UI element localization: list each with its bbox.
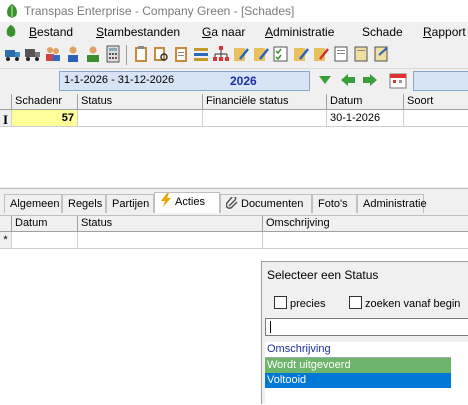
calendar-icon[interactable] [389,71,407,92]
chevron-down-icon[interactable] [318,74,332,89]
doc3-icon[interactable] [372,45,390,63]
toolbar [0,42,468,69]
arrow-right-icon[interactable] [362,73,378,90]
pencil-doc2-icon[interactable] [252,45,270,63]
cell-financiele-status[interactable] [203,110,327,127]
users-icon[interactable] [44,45,62,63]
row-indicator[interactable]: I [0,110,12,127]
menu-bestand[interactable]: Bestand [29,25,73,39]
status-popup: Selecteer een Status precies zoeken vana… [261,261,468,404]
status-list-header[interactable]: Omschrijving [265,342,451,358]
popup-title: Selecteer een Status [267,268,379,282]
column-header-soort[interactable]: Soort [404,94,468,110]
truck-icon[interactable] [4,45,22,63]
zoeken-vanaf-begin-checkbox[interactable]: zoeken vanaf begin [349,296,460,310]
window-title: Transpas Enterprise - Company Green - [S… [24,4,295,18]
new-row-status[interactable] [78,232,263,249]
doc2-icon[interactable] [352,45,370,63]
truck2-icon[interactable] [24,45,42,63]
period-bar: 1-1-2026 - 31-12-2026 2026 [0,69,468,93]
cell-datum[interactable]: 30-1-2026 [327,110,404,127]
doc-icon[interactable] [332,45,350,63]
new-row-marker[interactable]: * [0,232,12,249]
checkbox-box[interactable] [349,296,362,309]
text-cursor-icon: I [3,112,9,127]
status-option-wordt-uitgevoerd[interactable]: Wordt uitgevoerd [265,358,451,373]
text-caret [270,321,271,333]
tab-acties[interactable]: Acties [154,192,220,213]
clipboard-icon[interactable] [132,45,150,63]
checklist-icon[interactable] [272,45,290,63]
tab-documenten[interactable]: Documenten [220,194,312,213]
column-header-schadenr[interactable]: Schadenr [12,94,78,110]
cell-soort[interactable] [404,110,468,127]
edit-icon[interactable] [312,45,330,63]
cell-schadenr[interactable]: 57 [12,110,78,127]
person-icon[interactable] [64,45,82,63]
new-row-datum[interactable] [12,232,78,249]
tab-algemeen[interactable]: Algemeen [4,194,62,213]
schades-grid: Schadenr Status Financiële status Datum … [0,94,468,187]
column-header-datum[interactable]: Datum [327,94,404,110]
menu-administratie[interactable]: Administratie [265,25,334,39]
precies-checkbox[interactable]: precies [274,296,325,310]
secondary-period-field[interactable] [413,71,468,91]
calculator-icon[interactable] [104,45,122,63]
grid-corner [0,94,12,110]
tab-partijen[interactable]: Partijen [106,194,154,213]
period-selector[interactable]: 1-1-2026 - 31-12-2026 2026 [59,71,310,91]
column-header-status-acties[interactable]: Status [78,216,263,232]
org-chart-icon[interactable] [212,45,230,63]
column-header-financiele-status[interactable]: Financiële status [203,94,327,110]
people-icon[interactable] [84,45,102,63]
title-bar: Transpas Enterprise - Company Green - [S… [0,0,468,22]
toolbar-separator [126,45,127,65]
menu-leaf-icon[interactable] [4,24,18,38]
status-search-input[interactable] [265,318,468,336]
menu-rapport[interactable]: Rapport [423,25,466,39]
app-leaf-icon [4,3,20,19]
menu-schade[interactable]: Schade [362,25,403,39]
cell-status[interactable] [78,110,203,127]
gear-list-icon[interactable] [192,45,210,63]
detail-grid-corner [0,216,12,232]
column-header-omschrijving[interactable]: Omschrijving [263,216,468,232]
new-row-omschrijving[interactable] [263,232,468,249]
paperclip-icon [225,195,238,215]
pencil-doc-icon[interactable] [232,45,250,63]
menu-stambestanden[interactable]: Stambestanden [96,25,180,39]
arrow-left-icon[interactable] [340,73,356,90]
lightning-icon [160,193,172,213]
checkbox-box[interactable] [274,296,287,309]
tab-regels[interactable]: Regels [62,194,106,213]
clipboard-copy-icon[interactable] [172,45,190,63]
menu-bar: Bestand Stambestanden Ga naar Administra… [0,22,468,42]
tab-fotos[interactable]: Foto's [312,194,357,213]
period-year: 2026 [230,74,257,88]
status-option-voltooid[interactable]: Voltooid [265,373,451,388]
tab-administratie[interactable]: Administratie [357,194,427,213]
pencil-doc3-icon[interactable] [292,45,310,63]
clipboard-search-icon[interactable] [152,45,170,63]
column-header-datum-acties[interactable]: Datum [12,216,78,232]
column-header-status[interactable]: Status [78,94,203,110]
period-range: 1-1-2026 - 31-12-2026 [64,74,175,86]
status-list: Omschrijving Wordt uitgevoerd Voltooid [265,342,468,404]
menu-ga-naar[interactable]: Ga naar [202,25,245,39]
